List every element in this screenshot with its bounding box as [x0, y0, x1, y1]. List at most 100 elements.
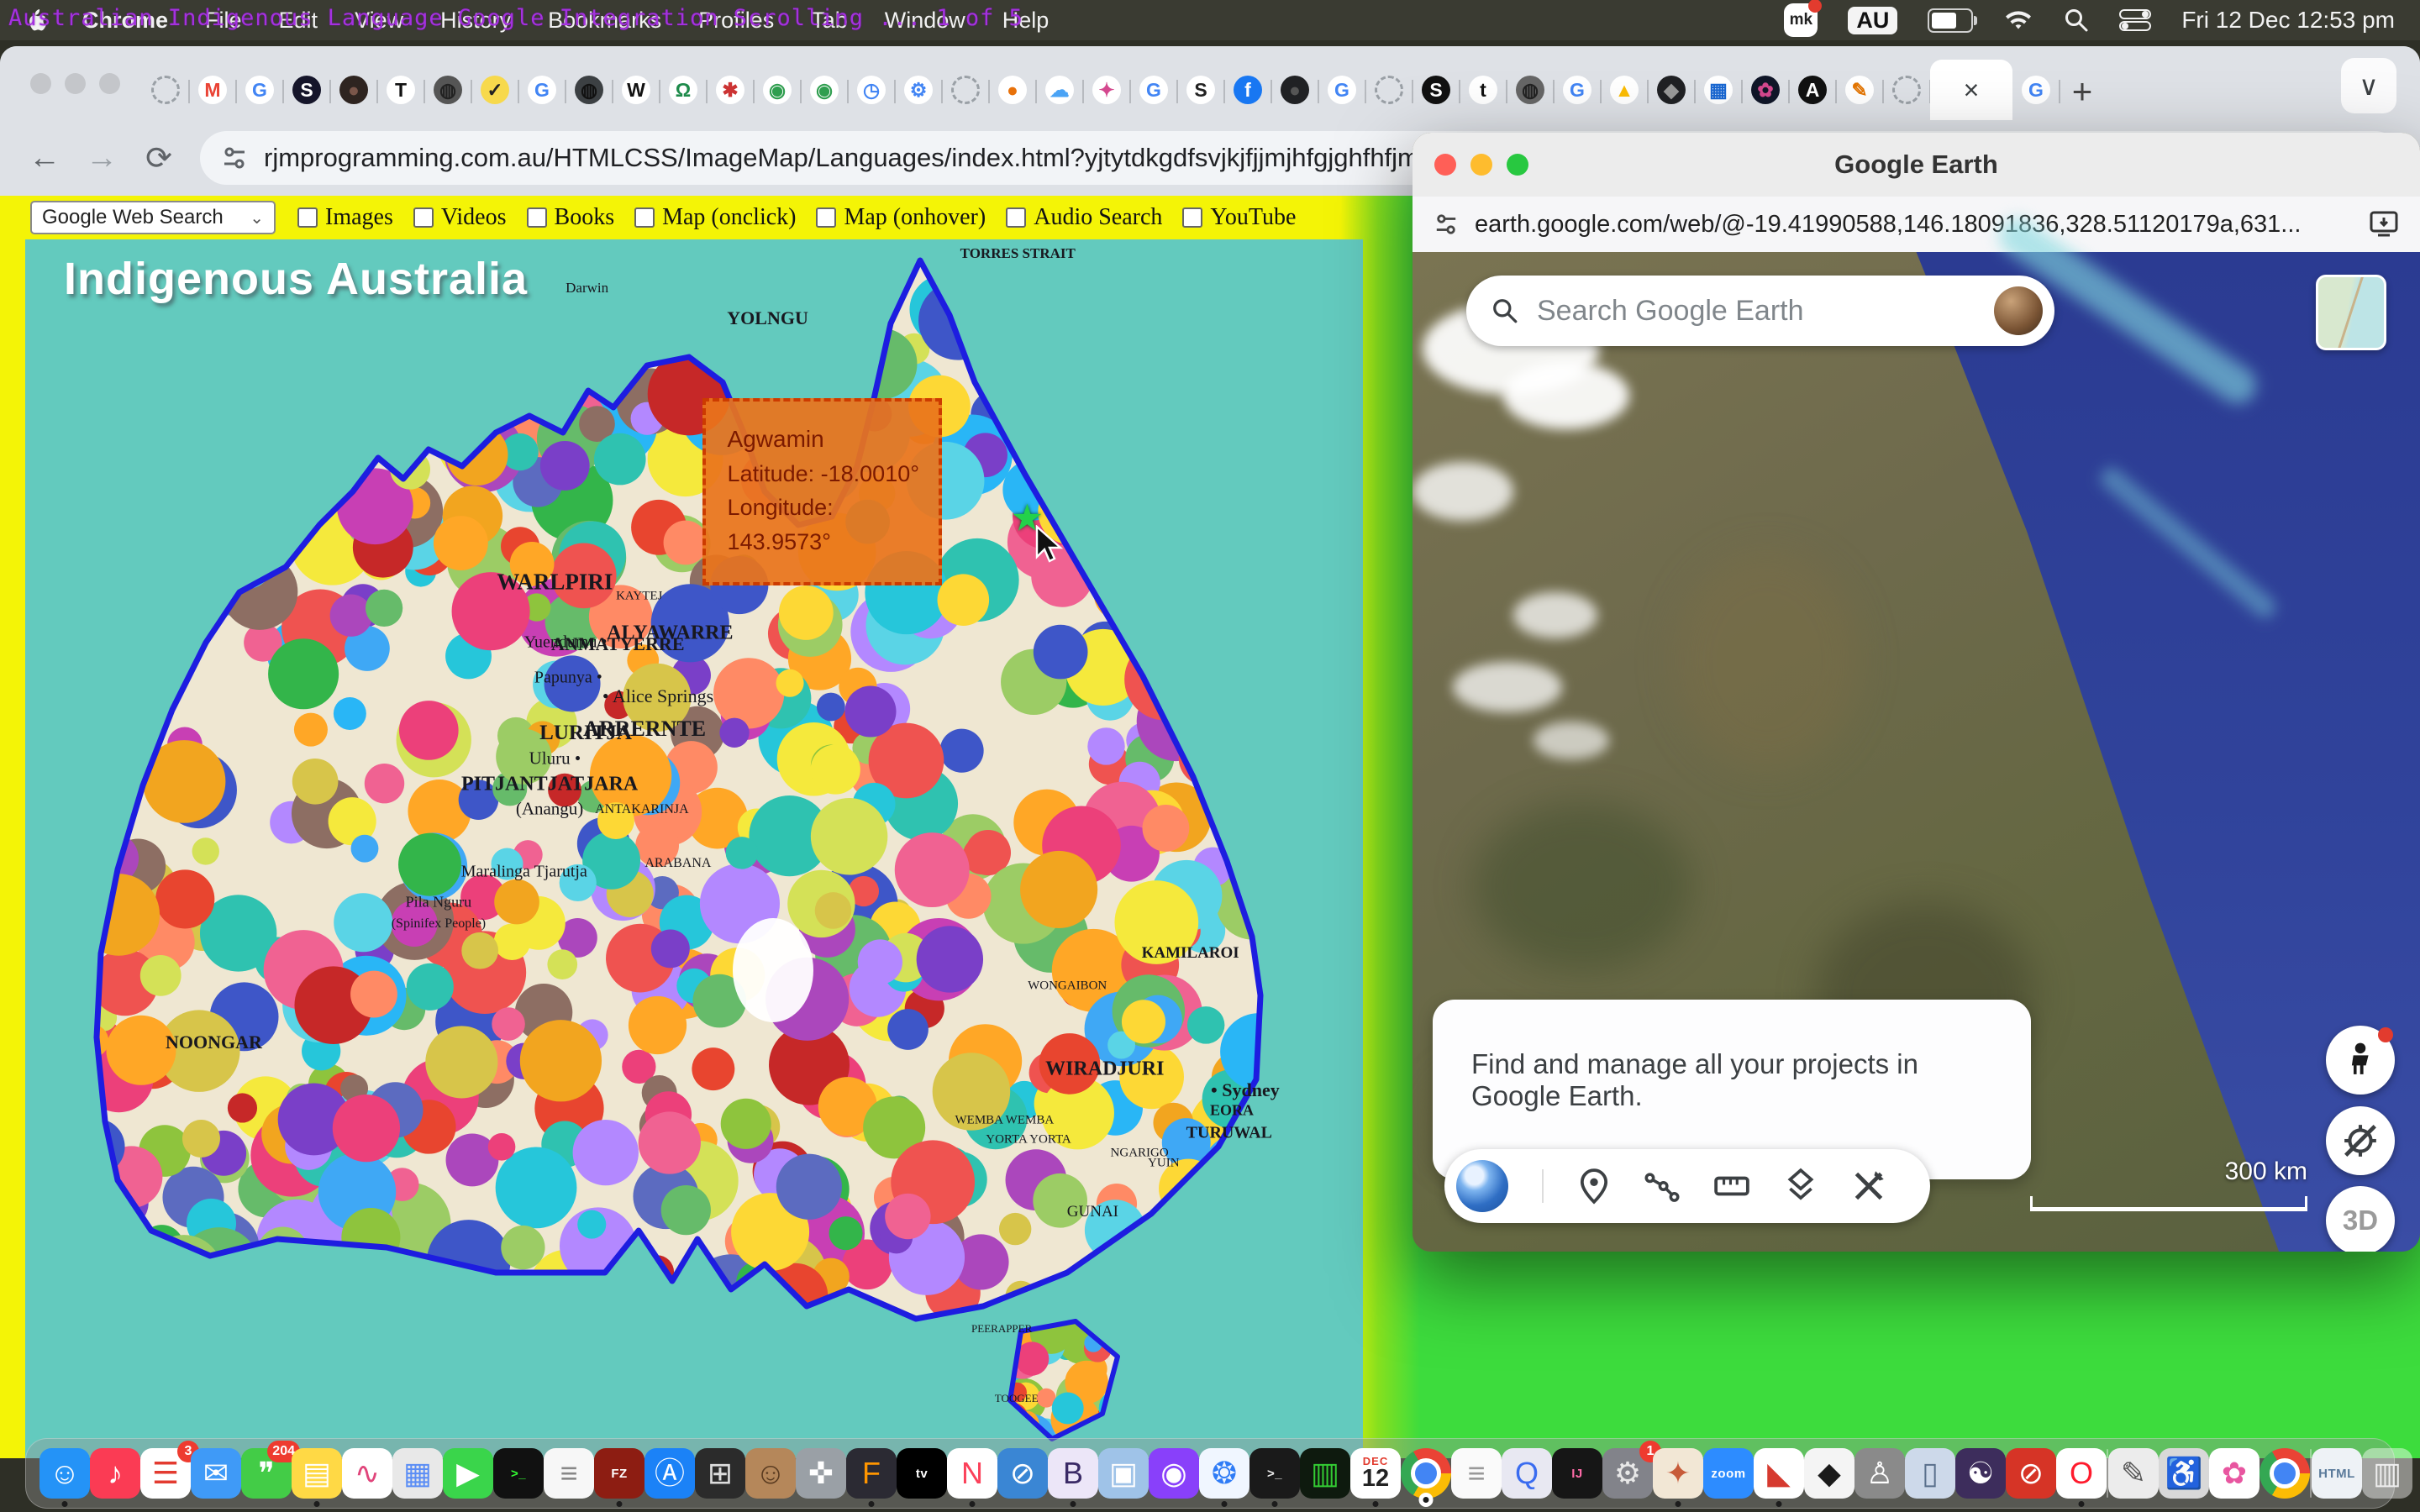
dock-item-textedit[interactable]: ≡ — [544, 1448, 594, 1499]
active-tab[interactable]: × — [1930, 60, 2012, 120]
tab-search-button[interactable]: ∨ — [2341, 58, 2396, 113]
ge-zoom-button[interactable] — [1507, 154, 1528, 176]
dock-item-game[interactable]: ✜ — [796, 1448, 846, 1499]
dock-item-opera[interactable]: O — [2056, 1448, 2107, 1499]
checkbox-box[interactable] — [527, 207, 547, 228]
checkbox-map-onhover-[interactable]: Map (onhover) — [816, 204, 986, 231]
3d-toggle-button[interactable]: 3D — [2326, 1186, 2395, 1252]
dock-item-graphics[interactable]: ◣ — [1754, 1448, 1804, 1499]
browser-tab[interactable] — [142, 60, 189, 120]
dock-item-preview[interactable]: ▣ — [1098, 1448, 1149, 1499]
dock-item-settings[interactable]: ⚙1 — [1602, 1448, 1653, 1499]
dock-item-launchpad[interactable]: ▦ — [392, 1448, 443, 1499]
dock-item-reminders[interactable]: ☰3 — [140, 1448, 191, 1499]
browser-tab[interactable]: M — [189, 60, 236, 120]
send-to-device-icon[interactable] — [2370, 211, 2398, 238]
browser-tab[interactable]: S — [1177, 60, 1224, 120]
pegman-button[interactable] — [2326, 1026, 2395, 1095]
checkbox-box[interactable] — [1006, 207, 1026, 228]
checkbox-audio-search[interactable]: Audio Search — [1006, 204, 1162, 231]
search-engine-select[interactable]: Google Web Search ⌄ — [30, 201, 276, 234]
browser-tab[interactable]: G — [236, 60, 283, 120]
ge-site-settings-icon[interactable] — [1434, 213, 1458, 236]
ge-search-placeholder[interactable]: Search Google Earth — [1537, 295, 1975, 328]
menu-clock[interactable]: Fri 12 Dec 12:53 pm — [2181, 7, 2395, 34]
dock-item-intellij[interactable]: IJ — [1552, 1448, 1602, 1499]
checkbox-box[interactable] — [816, 207, 836, 228]
dock-item-quicktime[interactable]: Q — [1502, 1448, 1552, 1499]
browser-tab[interactable]: ▦ — [1695, 60, 1742, 120]
browser-tab[interactable]: ◍ — [566, 60, 613, 120]
dock-item-filezilla[interactable]: FZ — [594, 1448, 644, 1499]
browser-tab[interactable]: ✿ — [1742, 60, 1789, 120]
wifi-icon[interactable] — [2003, 8, 2033, 32]
dock-item-app-store[interactable]: Ⓐ — [644, 1448, 695, 1499]
dock-item-messages[interactable]: ❞204 — [241, 1448, 292, 1499]
dock-item-markup[interactable]: ✎ — [2108, 1448, 2159, 1499]
browser-tab[interactable]: ▲ — [1601, 60, 1648, 120]
dock-item-palette[interactable]: ✦ — [1653, 1448, 1703, 1499]
browser-tab[interactable]: ◉ — [754, 60, 801, 120]
dock-item-firefox[interactable]: F — [846, 1448, 897, 1499]
checkbox-youtube[interactable]: YouTube — [1182, 204, 1296, 231]
tools-icon[interactable] — [1851, 1168, 1886, 1204]
dock-item-photos[interactable]: ✿ — [2209, 1448, 2260, 1499]
dock-item-iphone-mirroring[interactable]: ▯ — [1905, 1448, 1955, 1499]
checkbox-images[interactable]: Images — [297, 204, 393, 231]
browser-tab[interactable]: ✦ — [1083, 60, 1130, 120]
dock-item-html-file[interactable]: HTML — [2312, 1448, 2362, 1499]
browser-tab[interactable]: ● — [330, 60, 377, 120]
dock-item-finder[interactable]: ☺ — [39, 1448, 90, 1499]
dock-item-block-app[interactable]: ⊘ — [997, 1448, 1048, 1499]
browser-tab[interactable]: t — [1460, 60, 1507, 120]
checkbox-map-onclick-[interactable]: Map (onclick) — [634, 204, 796, 231]
window-zoom-button[interactable] — [99, 73, 120, 94]
reload-button[interactable]: ⟳ — [133, 132, 185, 184]
window-minimize-button[interactable] — [65, 73, 86, 94]
ge-title-bar[interactable]: Google Earth — [1413, 133, 2420, 197]
dock-item-terminal-2[interactable]: >_ — [1249, 1448, 1300, 1499]
dock-item-chrome[interactable] — [1401, 1448, 1451, 1499]
dock-item-accessibility[interactable]: ♿ — [2159, 1448, 2209, 1499]
checkbox-videos[interactable]: Videos — [413, 204, 507, 231]
checkbox-box[interactable] — [413, 207, 434, 228]
ge-close-button[interactable] — [1434, 154, 1456, 176]
checkbox-box[interactable] — [634, 207, 655, 228]
browser-tab[interactable]: ◆ — [1648, 60, 1695, 120]
placemark-pin-icon[interactable] — [1577, 1168, 1611, 1205]
control-center-icon[interactable] — [2119, 9, 2151, 31]
google-earth-logo[interactable] — [1456, 1160, 1508, 1212]
overview-minimap[interactable] — [2316, 275, 2386, 350]
browser-tab[interactable]: G — [1130, 60, 1177, 120]
battery-icon[interactable] — [1928, 8, 1973, 33]
dock-item-news[interactable]: N — [947, 1448, 997, 1499]
browser-tab[interactable]: ◷ — [848, 60, 895, 120]
browser-tab[interactable]: f — [1224, 60, 1271, 120]
dock-item-panda-app[interactable]: ☯ — [1955, 1448, 2006, 1499]
browser-tab[interactable]: ◍ — [424, 60, 471, 120]
url-text[interactable]: rjmprogramming.com.au/HTMLCSS/ImageMap/L… — [264, 143, 1453, 173]
ge-url-text[interactable]: earth.google.com/web/@-19.41990588,146.1… — [1475, 211, 2353, 239]
dock-item-notes[interactable]: ▤ — [292, 1448, 342, 1499]
browser-tab[interactable]: Ω — [660, 60, 707, 120]
indigenous-australia-imagemap[interactable]: Indigenous Australia TORRES STRAITDarwin… — [25, 239, 1363, 1458]
browser-tab[interactable]: ✓ — [471, 60, 518, 120]
close-tab-icon[interactable]: × — [1964, 75, 1980, 106]
ge-map-canvas[interactable]: Search Google Earth Find and manage all … — [1413, 252, 2420, 1252]
browser-tab[interactable]: ◉ — [801, 60, 848, 120]
dock-item-inkscape[interactable]: ◆ — [1804, 1448, 1854, 1499]
dock-item-terminal[interactable]: >_ — [493, 1448, 544, 1499]
browser-tab[interactable]: A — [1789, 60, 1836, 120]
browser-tab[interactable] — [1883, 60, 1930, 120]
dock-item-contacts[interactable]: ☺ — [745, 1448, 796, 1499]
dock-item-terminal-green[interactable]: ▥ — [1300, 1448, 1350, 1499]
browser-tab[interactable]: G — [518, 60, 566, 120]
dock-item-tooth-app[interactable]: ♙ — [1854, 1448, 1905, 1499]
measure-ruler-icon[interactable] — [1713, 1171, 1750, 1201]
menu-extra-app-icon[interactable]: mk — [1784, 3, 1818, 37]
checkbox-books[interactable]: Books — [527, 204, 615, 231]
browser-tab[interactable]: ✎ — [1836, 60, 1883, 120]
browser-tab[interactable]: W — [613, 60, 660, 120]
new-tab-button[interactable]: + — [2060, 66, 2105, 117]
dock-item-calculator[interactable]: ⊞ — [695, 1448, 745, 1499]
